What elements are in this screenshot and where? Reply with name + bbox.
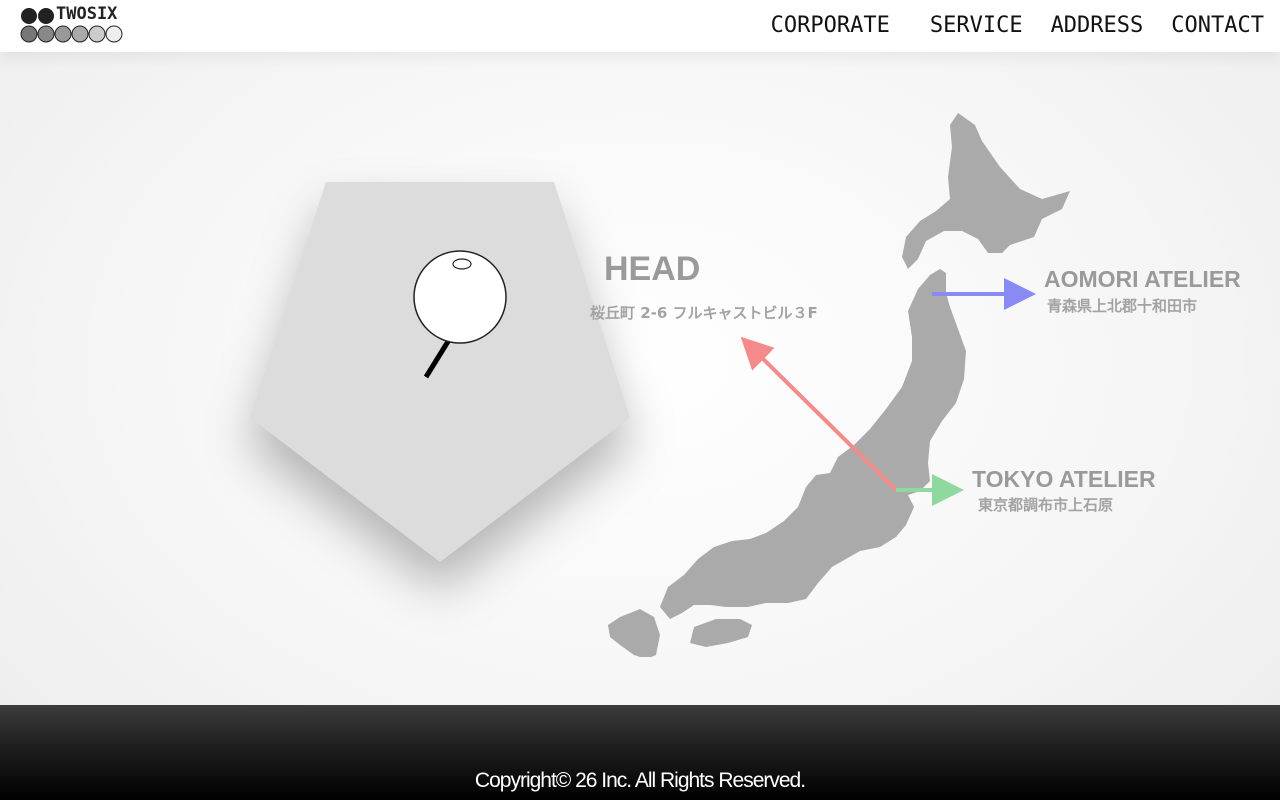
aomori-atelier-title: AOMORI ATELIER bbox=[1044, 266, 1241, 292]
nav-contact[interactable]: CONTACT bbox=[1171, 11, 1264, 41]
aomori-atelier-address: 青森県上北郡十和田市 bbox=[1047, 297, 1198, 315]
nav-corporate[interactable]: CORPORATE bbox=[771, 11, 890, 41]
main-nav: CORPORATE SERVICE ADDRESS CONTACT bbox=[771, 11, 1264, 41]
site-header: TWOSIX CORPORATE SERVICE ADDRESS CONTACT bbox=[0, 0, 1280, 52]
address-section: HEAD 桜丘町 2-6 フルキャストビル３F AOMORI ATELIER 青… bbox=[0, 52, 1280, 705]
logo-text: TWOSIX bbox=[56, 4, 118, 24]
japan-map-icon bbox=[608, 113, 1070, 657]
nav-address[interactable]: ADDRESS bbox=[1051, 11, 1144, 41]
tokyo-atelier-address: 東京都調布市上石原 bbox=[978, 496, 1114, 514]
copyright-text: Copyright© 26 Inc. All Rights Reserved. bbox=[474, 769, 806, 792]
head-office-address: 桜丘町 2-6 フルキャストビル３F bbox=[590, 304, 818, 322]
site-logo[interactable]: TWOSIX bbox=[20, 4, 130, 46]
nav-service[interactable]: SERVICE bbox=[930, 11, 1023, 41]
site-footer: Copyright© 26 Inc. All Rights Reserved. bbox=[0, 705, 1280, 800]
map-pin-icon bbox=[413, 250, 507, 379]
head-office-title: HEAD bbox=[604, 250, 701, 288]
tokyo-atelier-title: TOKYO ATELIER bbox=[972, 466, 1156, 492]
